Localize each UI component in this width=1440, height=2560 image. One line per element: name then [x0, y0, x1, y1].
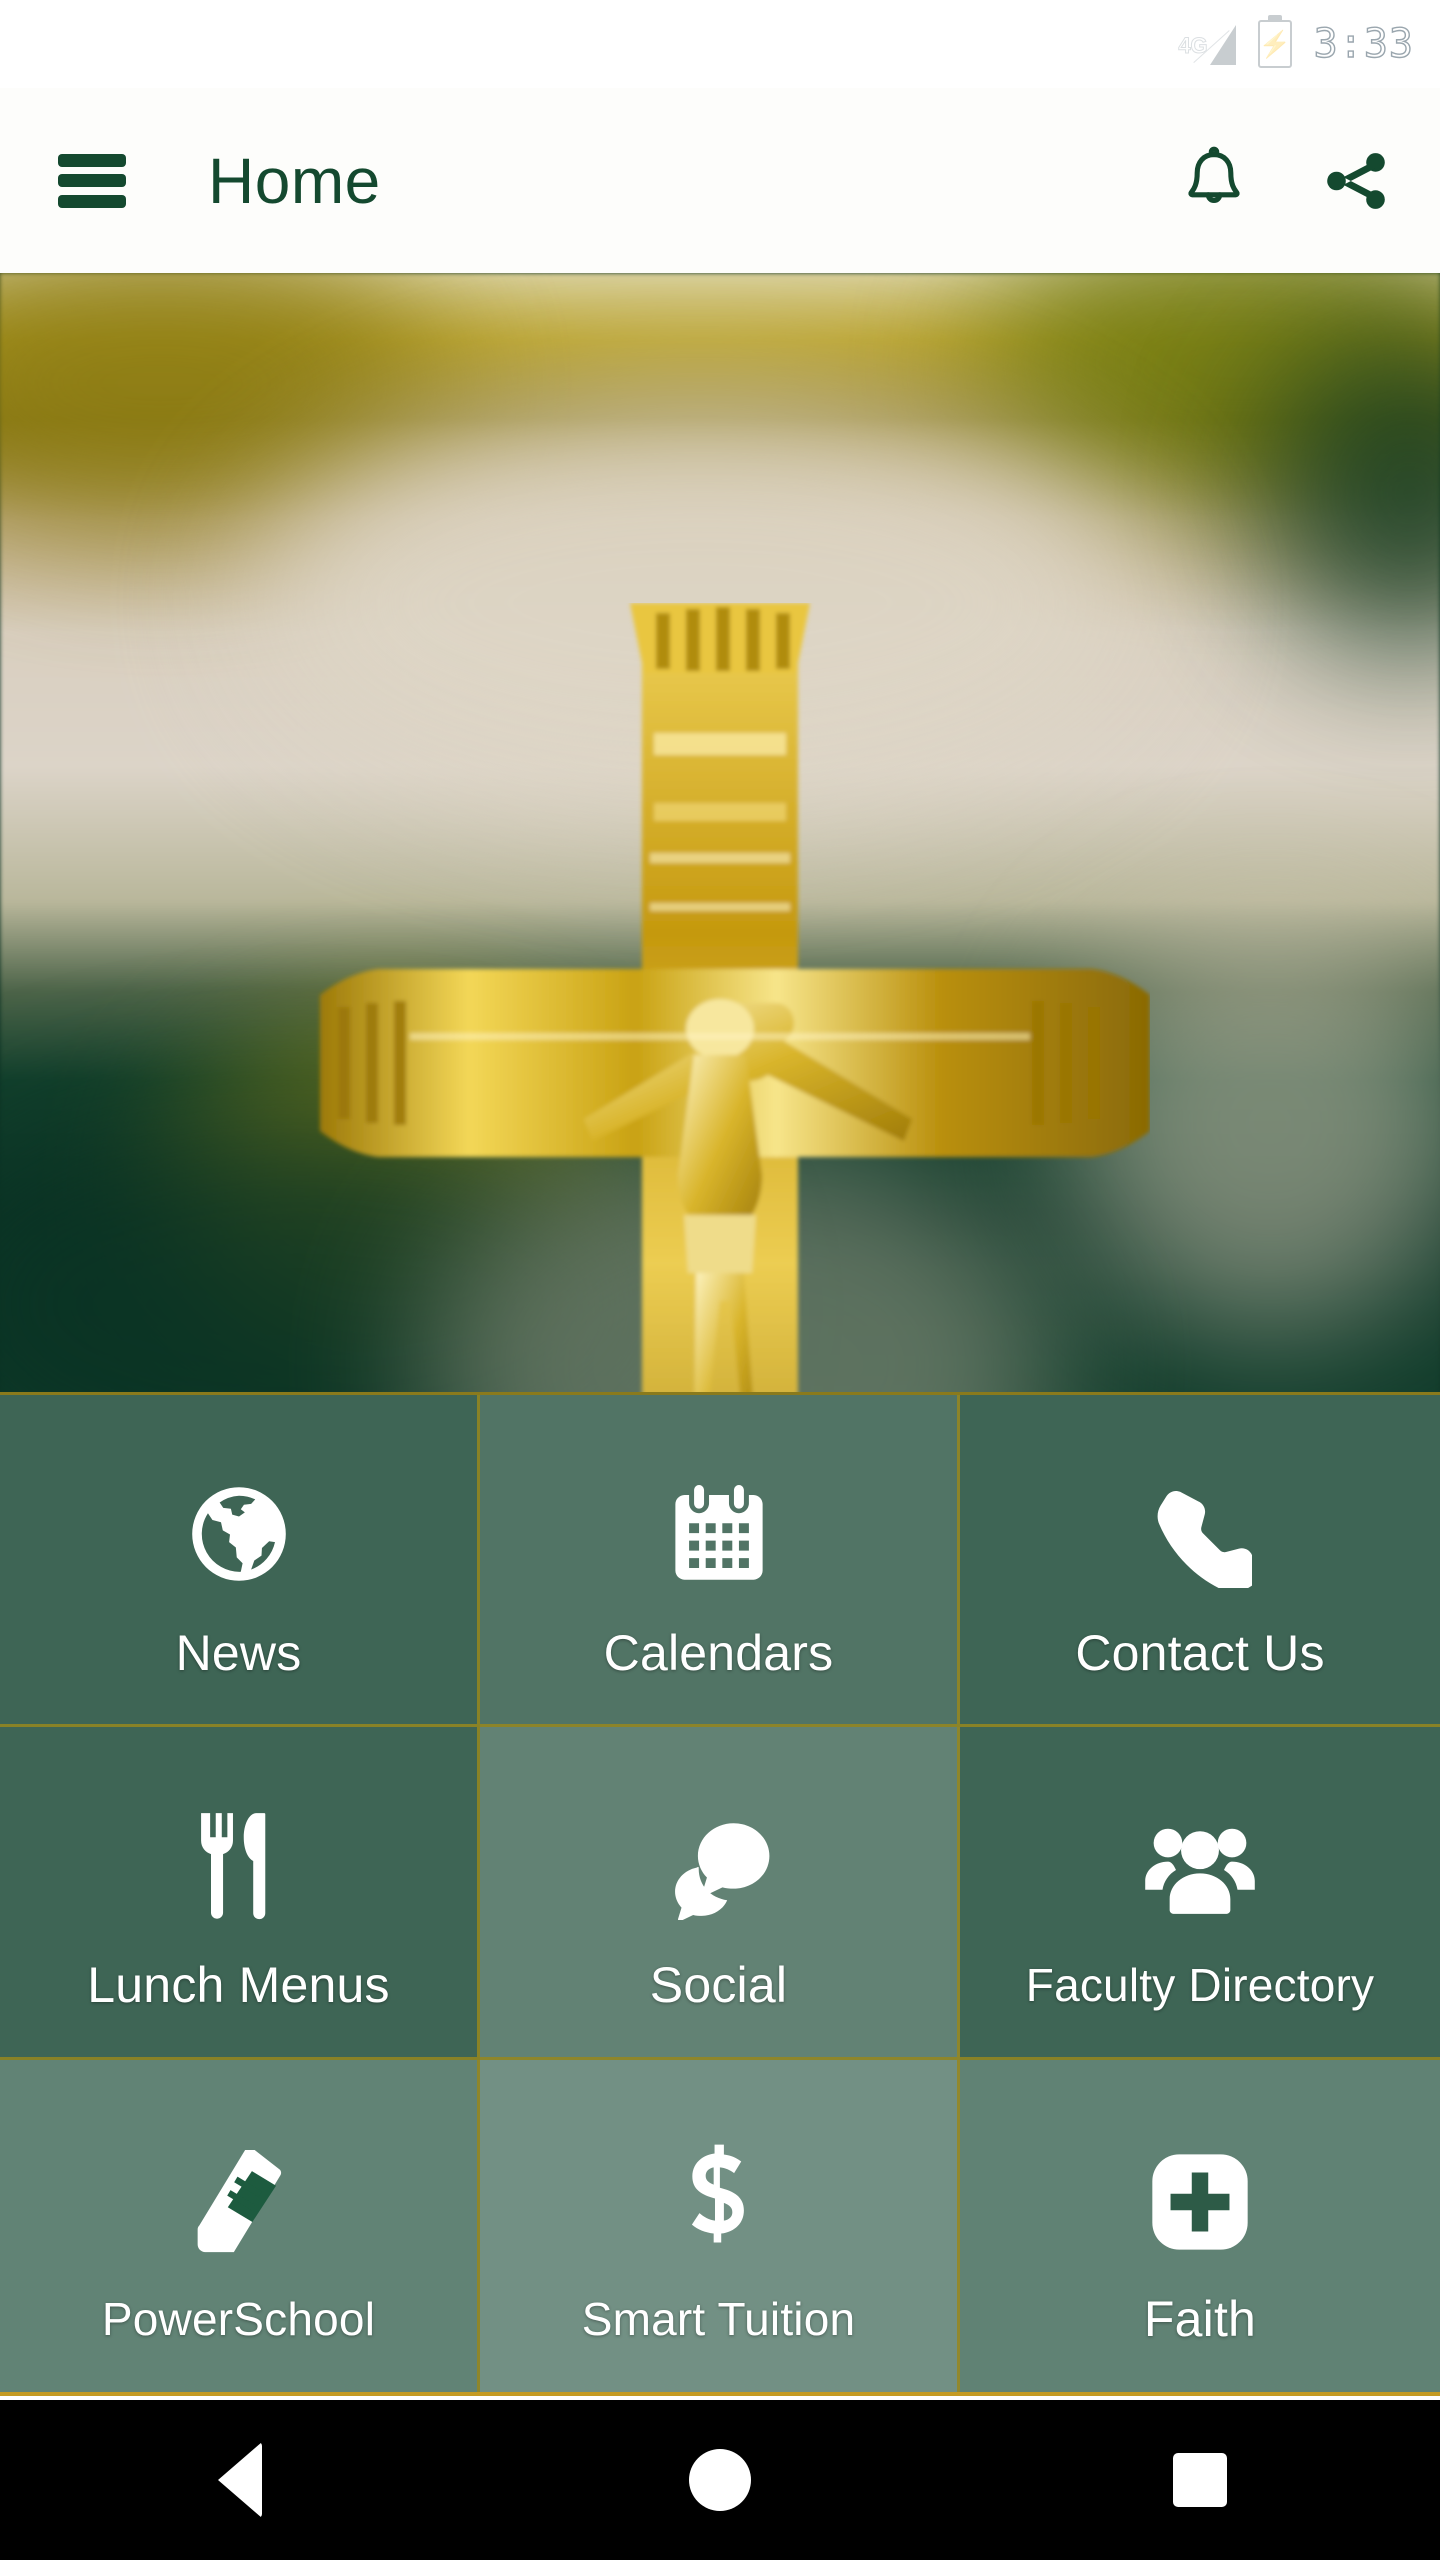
- tile-label: Lunch Menus: [87, 1956, 390, 2013]
- tile-label: PowerSchool: [101, 2292, 376, 2345]
- cross-plus-icon: [1148, 2104, 1252, 2254]
- recents-button[interactable]: [1100, 2400, 1300, 2560]
- tile-news[interactable]: News: [0, 1395, 480, 1728]
- tile-contact-us[interactable]: Contact Us: [960, 1395, 1440, 1728]
- tile-label: News: [175, 1624, 302, 1681]
- back-button[interactable]: [140, 2400, 340, 2560]
- tile-powerschool[interactable]: PowerSchool: [0, 2059, 480, 2392]
- tile-smart-tuition[interactable]: Smart Tuition: [480, 2059, 960, 2392]
- tile-social[interactable]: Social: [480, 1727, 960, 2060]
- tile-lunch-menus[interactable]: Lunch Menus: [0, 1727, 480, 2060]
- tile-label: Calendars: [603, 1624, 834, 1681]
- tile-faith[interactable]: Faith: [960, 2059, 1440, 2392]
- tile-label: Contact Us: [1075, 1624, 1325, 1681]
- tile-label: Social: [649, 1956, 788, 2013]
- clock-label: 3:33: [1313, 20, 1414, 67]
- tile-faculty-directory[interactable]: Faculty Directory: [960, 1727, 1440, 2060]
- globe-icon: [185, 1438, 293, 1588]
- hamburger-menu-icon[interactable]: [58, 153, 126, 208]
- share-icon[interactable]: [1320, 145, 1392, 217]
- crucifix-hero-image: [0, 273, 1440, 1395]
- phone-screen: 4G ⚡ 3:33 Home News Calendars Contact Us…: [0, 0, 1440, 2560]
- fork-knife-icon: [191, 1770, 287, 1920]
- tile-label: Faculty Directory: [1025, 1958, 1375, 2011]
- app-bar-actions: [1178, 145, 1392, 217]
- home-button[interactable]: [620, 2400, 820, 2560]
- android-nav-bar: [0, 2400, 1440, 2560]
- book-icon: [183, 2106, 295, 2256]
- calendar-icon: [667, 1438, 771, 1588]
- status-bar-right: 4G ⚡ 3:33: [1178, 20, 1414, 68]
- chat-bubbles-icon: [663, 1770, 775, 1920]
- status-bar: 4G ⚡ 3:33: [0, 0, 1440, 88]
- bell-icon[interactable]: [1178, 145, 1250, 217]
- quick-links-grid: News Calendars Contact Us Lunch Menus So…: [0, 1392, 1440, 2396]
- crucifix-graphic: [290, 603, 1150, 1395]
- signal-triangle-icon: 4G: [1178, 23, 1236, 65]
- people-group-icon: [1141, 1772, 1259, 1922]
- tile-label: Smart Tuition: [581, 2292, 856, 2345]
- tile-label: Faith: [1143, 2290, 1257, 2347]
- phone-icon: [1148, 1438, 1252, 1588]
- dollar-sign-icon: [679, 2106, 759, 2256]
- page-title: Home: [208, 144, 381, 217]
- battery-charging-icon: ⚡: [1257, 20, 1292, 68]
- app-bar: Home: [0, 88, 1440, 273]
- battery-bolt-glyph: ⚡: [1258, 29, 1291, 59]
- tile-calendars[interactable]: Calendars: [480, 1395, 960, 1728]
